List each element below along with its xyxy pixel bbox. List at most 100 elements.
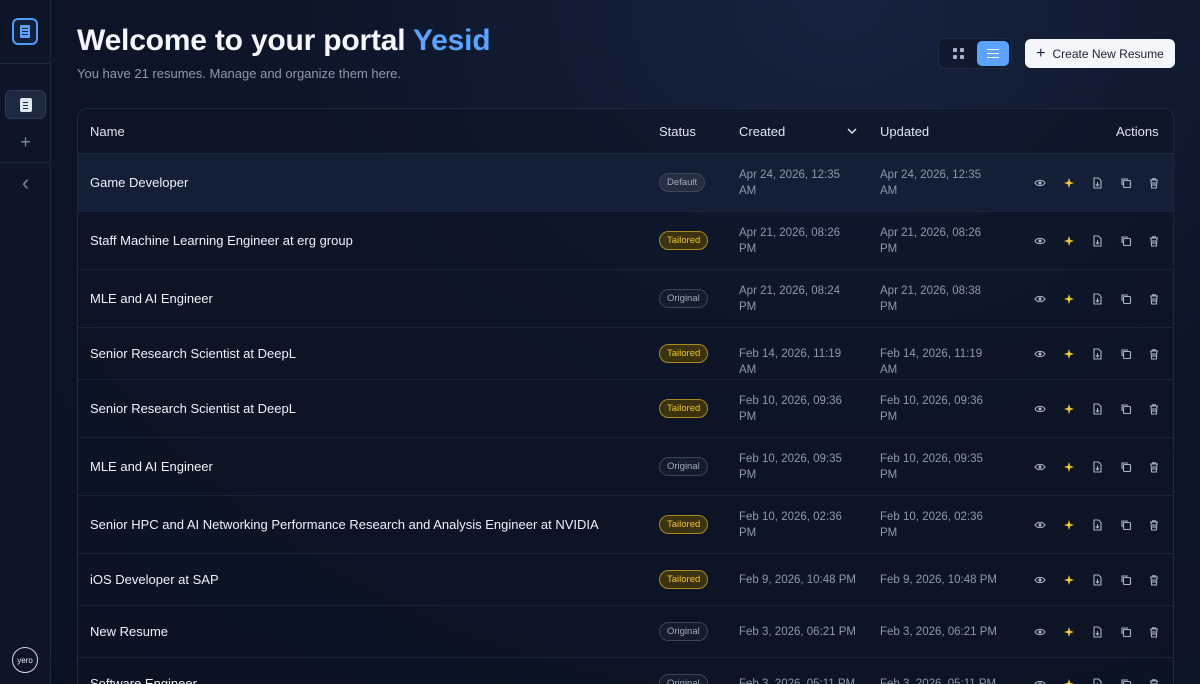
- tailor-button[interactable]: [1055, 517, 1084, 533]
- trash-icon: [1150, 178, 1159, 189]
- view-button[interactable]: [1026, 517, 1055, 533]
- export-button[interactable]: [1083, 346, 1112, 362]
- duplicate-button[interactable]: [1112, 233, 1141, 249]
- view-button[interactable]: [1026, 175, 1055, 191]
- sidebar-item-resumes[interactable]: [5, 90, 46, 119]
- create-new-resume-button[interactable]: + Create New Resume: [1025, 39, 1175, 68]
- duplicate-icon: [1121, 294, 1131, 305]
- view-button[interactable]: [1026, 676, 1055, 684]
- view-button[interactable]: [1026, 401, 1055, 417]
- duplicate-button[interactable]: [1112, 624, 1141, 640]
- delete-button[interactable]: [1140, 624, 1169, 640]
- view-button[interactable]: [1026, 233, 1055, 249]
- duplicate-button[interactable]: [1112, 676, 1141, 684]
- table-row[interactable]: Game Developer Default Apr 24, 2026, 12:35…: [78, 154, 1173, 212]
- resume-name[interactable]: Senior HPC and AI Networking Performance…: [90, 517, 599, 532]
- tailor-button[interactable]: [1055, 676, 1084, 684]
- delete-button[interactable]: [1140, 175, 1169, 191]
- delete-button[interactable]: [1140, 676, 1169, 684]
- status-badge: Tailored: [659, 344, 709, 363]
- table-row[interactable]: New Resume Original Feb 3, 2026, 06:21 PM F…: [78, 606, 1173, 658]
- export-button[interactable]: [1083, 175, 1112, 191]
- tailor-button[interactable]: [1055, 233, 1084, 249]
- delete-button[interactable]: [1140, 401, 1169, 417]
- view-button[interactable]: [1026, 624, 1055, 640]
- row-actions: [1026, 624, 1169, 640]
- delete-button[interactable]: [1140, 459, 1169, 475]
- resume-name[interactable]: Software Engineer: [90, 676, 197, 684]
- resume-name[interactable]: MLE and AI Engineer: [90, 291, 213, 306]
- updated-date: Apr 21, 2026, 08:38 PM: [880, 285, 982, 313]
- tailor-button[interactable]: [1055, 459, 1084, 475]
- sparkle-icon: [1063, 679, 1074, 684]
- view-button[interactable]: [1026, 346, 1055, 362]
- updated-date: Feb 3, 2026, 06:21 PM: [880, 626, 997, 638]
- avatar[interactable]: yero: [12, 647, 38, 673]
- resume-name[interactable]: Game Developer: [90, 175, 188, 190]
- table-row[interactable]: MLE and AI Engineer Original Feb 10, 2026,…: [78, 438, 1173, 496]
- delete-button[interactable]: [1140, 572, 1169, 588]
- export-button[interactable]: [1083, 291, 1112, 307]
- tailor-button[interactable]: [1055, 572, 1084, 588]
- resume-name[interactable]: Senior Research Scientist at DeepL: [90, 346, 296, 361]
- view-button[interactable]: [1026, 572, 1055, 588]
- sidebar-collapse-button[interactable]: ‹: [5, 168, 46, 197]
- duplicate-button[interactable]: [1112, 175, 1141, 191]
- tailor-button[interactable]: [1055, 175, 1084, 191]
- delete-button[interactable]: [1140, 346, 1169, 362]
- duplicate-button[interactable]: [1112, 517, 1141, 533]
- export-button[interactable]: [1083, 401, 1112, 417]
- tailor-button[interactable]: [1055, 401, 1084, 417]
- export-button[interactable]: [1083, 233, 1112, 249]
- status-badge: Original: [659, 457, 708, 476]
- tailor-button[interactable]: [1055, 291, 1084, 307]
- export-button[interactable]: [1083, 624, 1112, 640]
- duplicate-button[interactable]: [1112, 346, 1141, 362]
- column-header-created[interactable]: Created: [739, 124, 785, 139]
- status-badge: Tailored: [659, 570, 709, 589]
- chevron-down-icon[interactable]: [845, 124, 859, 138]
- duplicate-button[interactable]: [1112, 459, 1141, 475]
- app-logo-icon[interactable]: [12, 18, 38, 45]
- resume-name[interactable]: Staff Machine Learning Engineer at erg g…: [90, 233, 353, 248]
- delete-button[interactable]: [1140, 233, 1169, 249]
- updated-date: Feb 3, 2026, 05:11 PM: [880, 678, 997, 684]
- trash-icon: [1150, 404, 1159, 415]
- export-button[interactable]: [1083, 676, 1112, 684]
- tailor-button[interactable]: [1055, 624, 1084, 640]
- list-view-button[interactable]: [977, 41, 1009, 66]
- delete-button[interactable]: [1140, 517, 1169, 533]
- table-row[interactable]: iOS Developer at SAP Tailored Feb 9, 2026,…: [78, 554, 1173, 606]
- export-button[interactable]: [1083, 459, 1112, 475]
- duplicate-button[interactable]: [1112, 572, 1141, 588]
- export-icon: [1093, 403, 1102, 415]
- resume-name[interactable]: MLE and AI Engineer: [90, 459, 213, 474]
- grid-icon: [952, 48, 964, 59]
- row-actions: [1026, 291, 1169, 307]
- row-actions: [1026, 676, 1169, 684]
- sparkle-icon: [1063, 349, 1074, 359]
- tailor-button[interactable]: [1055, 346, 1084, 362]
- export-button[interactable]: [1083, 517, 1112, 533]
- table-row[interactable]: Software Engineer Original Feb 3, 2026, 05…: [78, 658, 1173, 684]
- duplicate-button[interactable]: [1112, 291, 1141, 307]
- delete-button[interactable]: [1140, 291, 1169, 307]
- view-button[interactable]: [1026, 291, 1055, 307]
- table-row[interactable]: Senior Research Scientist at DeepL Tailor…: [78, 380, 1173, 438]
- eye-icon: [1034, 576, 1046, 584]
- resume-name[interactable]: New Resume: [90, 624, 168, 639]
- trash-icon: [1150, 349, 1159, 360]
- duplicate-button[interactable]: [1112, 401, 1141, 417]
- user-name: Yesid: [413, 24, 491, 57]
- table-row[interactable]: Staff Machine Learning Engineer at erg g…: [78, 212, 1173, 270]
- export-button[interactable]: [1083, 572, 1112, 588]
- view-button[interactable]: [1026, 459, 1055, 475]
- sidebar-add-button[interactable]: +: [5, 128, 46, 157]
- table-row[interactable]: Senior HPC and AI Networking Performance…: [78, 496, 1173, 554]
- grid-view-button[interactable]: [942, 41, 974, 66]
- resume-name[interactable]: Senior Research Scientist at DeepL: [90, 401, 296, 416]
- resume-name[interactable]: iOS Developer at SAP: [90, 572, 219, 587]
- table-row[interactable]: Senior Research Scientist at DeepL Tailor…: [78, 328, 1173, 380]
- app-root: + ‹ yero Welcome to your portal Yesid Yo…: [0, 0, 1200, 684]
- table-row[interactable]: MLE and AI Engineer Original Apr 21, 2026,…: [78, 270, 1173, 328]
